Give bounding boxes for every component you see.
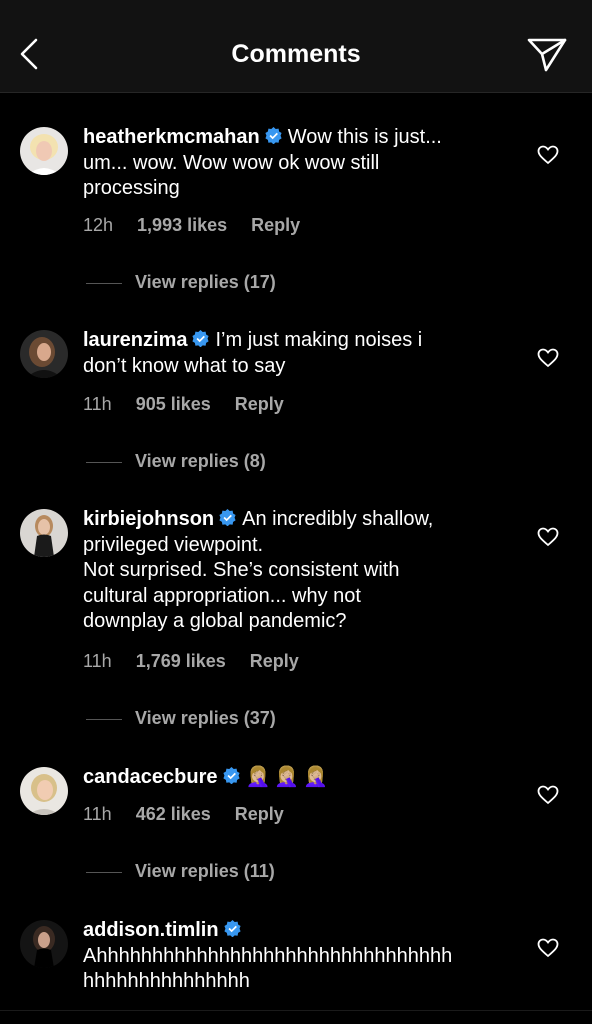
divider	[86, 718, 122, 720]
comment-text: addison.timlin Ahhhhhhhhhhhhhhhhhhhhhhhh…	[83, 919, 453, 992]
timestamp: 11h	[83, 394, 112, 414]
view-replies-button[interactable]: View replies (8)	[86, 451, 266, 472]
verified-badge-icon	[222, 767, 240, 784]
comment-meta: 11h 1,769 likes Reply	[83, 651, 323, 672]
verified-badge-icon	[265, 127, 282, 144]
likes-count[interactable]: 905 likes	[136, 394, 211, 414]
view-replies-button[interactable]: View replies (17)	[86, 272, 276, 293]
comment-text: candacecbure 🤦🏼‍♀️🤦🏼‍♀️🤦🏼‍♀️	[83, 765, 503, 791]
username[interactable]: heatherkmcmahan	[83, 126, 260, 148]
divider	[0, 1010, 592, 1011]
divider	[86, 871, 122, 873]
paper-plane-icon[interactable]	[526, 36, 568, 74]
view-replies-button[interactable]: View replies (11)	[86, 861, 275, 882]
page-title: Comments	[231, 40, 361, 68]
divider	[86, 461, 122, 463]
heart-icon[interactable]	[537, 348, 559, 368]
heart-icon[interactable]	[537, 527, 559, 547]
facepalm-emoji: 🤦🏼‍♀️🤦🏼‍♀️🤦🏼‍♀️	[245, 766, 333, 788]
avatar[interactable]	[20, 767, 68, 815]
reply-button[interactable]: Reply	[235, 394, 284, 414]
reply-button[interactable]: Reply	[250, 651, 299, 671]
verified-badge-icon	[192, 330, 210, 347]
comment-text: laurenzima I’m just making noises i don’t…	[83, 329, 423, 377]
username[interactable]: candacecbure	[83, 766, 218, 788]
comment-meta: 12h 1,993 likes Reply	[83, 215, 324, 236]
heart-icon[interactable]	[537, 938, 559, 958]
divider	[86, 282, 122, 284]
reply-button[interactable]: Reply	[251, 215, 300, 235]
timestamp: 11h	[83, 804, 112, 824]
username[interactable]: addison.timlin	[83, 919, 219, 941]
likes-count[interactable]: 1,993 likes	[137, 215, 227, 235]
header-bar: Comments	[0, 0, 592, 93]
comment-meta: 11h 462 likes Reply	[83, 804, 308, 825]
heart-icon[interactable]	[537, 785, 559, 805]
likes-count[interactable]: 1,769 likes	[136, 651, 226, 671]
username[interactable]: kirbiejohnson	[83, 508, 214, 530]
reply-button[interactable]: Reply	[235, 804, 284, 824]
avatar[interactable]	[20, 330, 68, 378]
avatar[interactable]	[20, 127, 68, 175]
comment-text: heatherkmcmahan Wow this is just... um...…	[83, 126, 442, 199]
timestamp: 12h	[83, 215, 114, 235]
comment-meta: 11h 905 likes Reply	[83, 394, 308, 415]
view-replies-button[interactable]: View replies (37)	[86, 708, 276, 729]
verified-badge-icon	[219, 509, 236, 526]
likes-count[interactable]: 462 likes	[136, 804, 211, 824]
avatar[interactable]	[20, 509, 68, 557]
heart-icon[interactable]	[537, 145, 559, 165]
username[interactable]: laurenzima	[83, 329, 187, 351]
verified-badge-icon	[223, 920, 241, 937]
avatar[interactable]	[20, 920, 68, 968]
timestamp: 11h	[83, 651, 112, 671]
comment-text: kirbiejohnson An incredibly shallow, priv…	[83, 508, 434, 632]
